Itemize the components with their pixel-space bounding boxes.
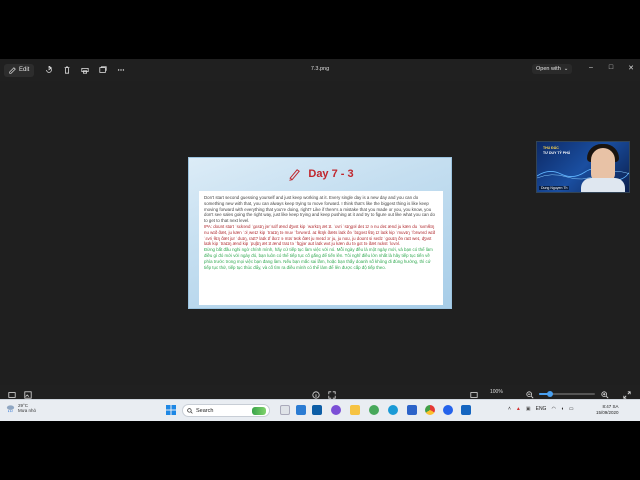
more-icon[interactable] [112,63,130,77]
photos-app-icon[interactable] [296,405,306,415]
zoom-percent[interactable]: 100% [490,389,503,395]
letterbox-top [0,0,640,59]
english-paragraph: Don't start second guessing yourself and… [204,195,435,224]
language-indicator[interactable]: ENG [536,406,547,412]
search-icon [187,407,193,414]
weather-description: Mưa nhỏ [18,408,37,413]
tray-app-icon[interactable]: ▣ [526,406,531,412]
fit-to-window-icon[interactable] [470,391,478,399]
tray-icon-red[interactable]: ▲ [516,406,521,412]
volume-icon[interactable]: ◖ [561,406,564,412]
chrome-icon[interactable] [425,405,435,415]
vietnamese-paragraph: Đừng bắt đầu nghi ngờ chính mình, hãy cứ… [204,247,433,270]
rain-cloud-icon [6,404,15,412]
letterbox-bottom [0,421,640,480]
windows-taskbar: 29°C Mưa nhỏ Search ˄ ▲ ▣ ENG ◠ ◖ ▭ 8:47… [0,399,640,421]
chevron-up-icon[interactable]: ˄ [508,406,511,412]
info-icon[interactable] [312,391,320,399]
taskbar-search[interactable]: Search [182,404,270,417]
webcam-banner-line2: TƯ DUY TỶ PHÚ [543,151,571,155]
slide-title: Day 7 - 3 [308,168,354,180]
slide-text-card: Don't start second guessing yourself and… [199,191,443,305]
open-with-button[interactable]: Open with ⌄ [532,64,573,74]
slide-header: Day 7 - 3 [189,158,453,190]
chevron-down-icon: ⌄ [563,66,569,72]
close-button[interactable]: ✕ [626,64,636,72]
app-icon-blue[interactable] [407,405,417,415]
filmstrip-icon[interactable] [8,391,16,399]
file-name: 7.3.png [310,66,330,72]
zoom-in-icon[interactable] [601,391,609,399]
gallery-icon[interactable] [24,391,32,399]
copy-icon[interactable] [94,63,112,77]
app-icon-dark-blue[interactable] [461,405,471,415]
clock-date: 15/09/2020 [596,410,619,415]
open-with-label: Open with [536,66,561,72]
search-label: Search [196,407,214,414]
displayed-image: Day 7 - 3 Don't start second guessing yo… [188,157,452,309]
presenter-body [581,178,625,192]
battery-icon[interactable]: ▭ [569,406,574,412]
edge-browser-icon[interactable] [388,405,398,415]
webcam-banner-line1: THU ĐẮC [543,146,559,150]
maximize-button[interactable]: □ [606,64,616,72]
windows-start-icon[interactable] [166,405,176,415]
store-app-icon[interactable] [312,405,322,415]
delete-icon[interactable] [58,63,76,77]
zoom-out-icon[interactable] [526,391,534,399]
photos-app-window: Edit 7.3.png Open with ⌄ – □ ✕ Day 7 - 3… [0,59,640,421]
search-highlight-icon [252,406,266,415]
fullscreen-toggle-icon[interactable] [328,391,336,399]
print-icon[interactable] [76,63,94,77]
weather-widget[interactable]: 29°C Mưa nhỏ [6,403,36,413]
window-controls: – □ ✕ [586,64,636,72]
system-clock[interactable]: 8:47 SA 15/09/2020 [596,404,619,416]
expand-icon[interactable] [623,391,631,399]
edit-icon [9,66,16,74]
image-canvas[interactable]: Day 7 - 3 Don't start second guessing yo… [0,81,640,385]
edit-label: Edit [19,67,30,73]
ipa-paragraph: IPA: doʊnt stɑrt ˈsɛkənd ˈgɛsɪŋ jərˈsɛlf… [204,223,436,247]
task-view-icon[interactable] [280,405,290,415]
copilot-icon[interactable] [331,405,341,415]
presenter-face [591,148,615,182]
edit-button[interactable]: Edit [4,63,35,77]
file-explorer-icon[interactable] [350,405,360,415]
toolbar: Edit 7.3.png Open with ⌄ – □ ✕ [0,59,640,81]
pen-hand-icon [289,169,301,181]
app-icon-green[interactable] [369,405,379,415]
rotate-icon[interactable] [40,63,58,77]
presenter-name: Dung Nguyen Th [539,186,570,190]
wifi-icon[interactable]: ◠ [551,406,555,412]
zoom-slider-thumb[interactable] [547,391,554,397]
system-tray: ˄ ▲ ▣ ENG ◠ ◖ ▭ [508,406,574,412]
webcam-overlay: THU ĐẮC TƯ DUY TỶ PHÚ Dung Nguyen Th [536,141,630,193]
zalo-icon[interactable] [443,405,453,415]
zoom-slider[interactable] [539,391,595,397]
minimize-button[interactable]: – [586,64,596,72]
